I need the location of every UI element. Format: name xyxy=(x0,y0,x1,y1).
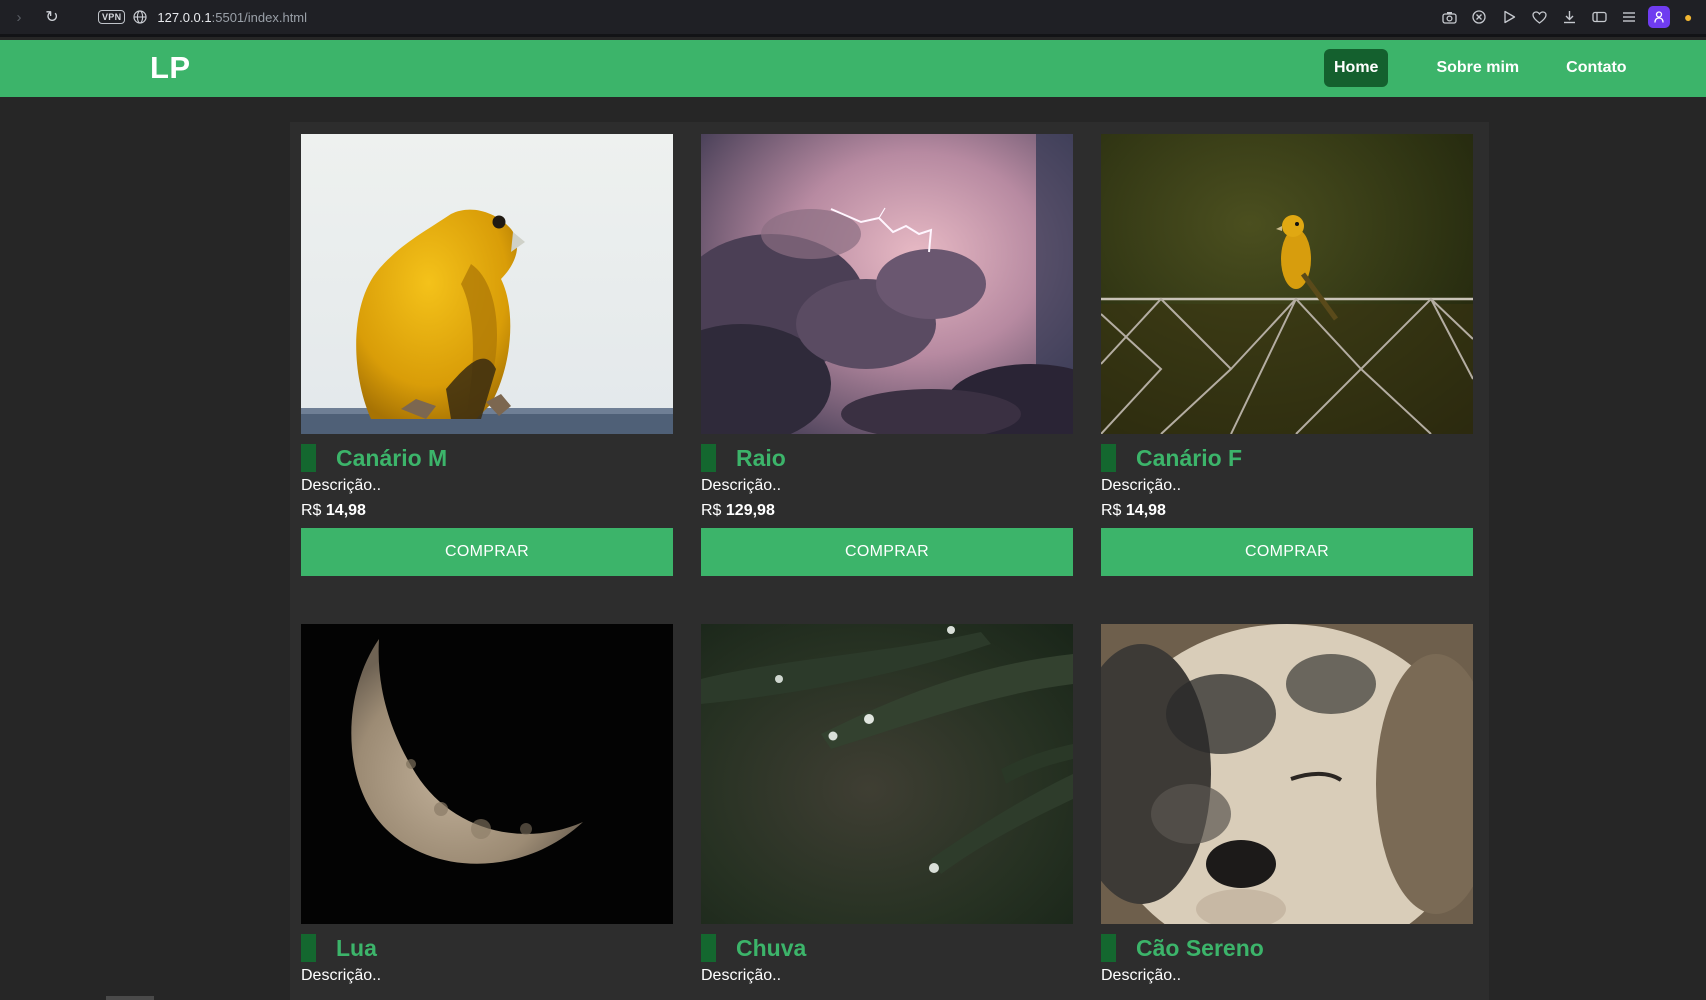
product-name: Canário F xyxy=(1136,444,1243,471)
title-accent-bar xyxy=(301,934,316,962)
product-name: Chuva xyxy=(736,934,807,961)
product-title-row: Canário M xyxy=(301,444,673,472)
product-card: Canário M Descrição.. R$ 14,98 COMPRAR xyxy=(301,134,673,576)
vpn-badge[interactable]: VPN xyxy=(98,10,126,24)
product-image-chuva[interactable] xyxy=(701,624,1073,924)
menu-icon[interactable] xyxy=(1614,0,1644,34)
heart-icon[interactable] xyxy=(1524,0,1554,34)
product-title-row: Cão Sereno xyxy=(1101,934,1473,962)
product-card: Canário F Descrição.. R$ 14,98 COMPRAR xyxy=(1101,134,1473,576)
product-title-row: Raio xyxy=(701,444,1073,472)
product-name: Lua xyxy=(336,934,377,961)
site-logo[interactable]: LP xyxy=(150,50,191,86)
address-bar[interactable]: 127.0.0.1:5501/index.html xyxy=(157,10,307,25)
reload-icon[interactable]: ↻ xyxy=(38,7,66,27)
price-currency: R$ xyxy=(1101,502,1122,519)
product-title-row: Canário F xyxy=(1101,444,1473,472)
lightbulb-icon[interactable]: ● xyxy=(1684,9,1706,25)
browser-actions: ● xyxy=(1434,0,1706,34)
shield-icon[interactable] xyxy=(1464,0,1494,34)
main-nav: Home Sobre mim Contato xyxy=(1324,49,1637,87)
title-accent-bar xyxy=(1101,444,1116,472)
nav-sobre-mim[interactable]: Sobre mim xyxy=(1426,49,1529,87)
globe-icon xyxy=(133,10,148,24)
title-accent-bar xyxy=(701,444,716,472)
title-accent-bar xyxy=(301,444,316,472)
product-card: Cão Sereno Descrição.. xyxy=(1101,624,1473,985)
browser-toolbar: › ↻ VPN 127.0.0.1:5501/index.html ● xyxy=(0,0,1706,37)
price-value: 129,98 xyxy=(725,502,775,519)
nav-contato[interactable]: Contato xyxy=(1556,49,1636,87)
url-host: 127.0.0.1 xyxy=(157,9,212,25)
buy-button[interactable]: COMPRAR xyxy=(1101,528,1473,576)
product-image-canario-m[interactable] xyxy=(301,134,673,434)
camera-icon[interactable] xyxy=(1434,0,1464,34)
price-currency: R$ xyxy=(701,502,722,519)
price-value: 14,98 xyxy=(325,502,366,519)
product-grid: Canário M Descrição.. R$ 14,98 COMPRAR R… xyxy=(290,122,1489,1000)
title-accent-bar xyxy=(1101,934,1116,962)
product-price: R$ 14,98 xyxy=(301,502,673,520)
wallet-icon[interactable] xyxy=(1584,0,1614,34)
product-image-cao-sereno[interactable] xyxy=(1101,624,1473,924)
horizontal-scrollbar[interactable] xyxy=(106,996,154,1000)
product-card: Lua Descrição.. xyxy=(301,624,673,985)
price-value: 14,98 xyxy=(1125,502,1166,519)
product-image-canario-f[interactable] xyxy=(1101,134,1473,434)
product-description: Descrição.. xyxy=(701,477,782,494)
product-description: Descrição.. xyxy=(1101,477,1182,494)
product-card: Chuva Descrição.. xyxy=(701,624,1073,985)
url-path: :5501/index.html xyxy=(211,9,308,25)
buy-button[interactable]: COMPRAR xyxy=(301,528,673,576)
product-card: Raio Descrição.. R$ 129,98 COMPRAR xyxy=(701,134,1073,576)
product-price: R$ 129,98 xyxy=(701,502,1073,520)
title-accent-bar xyxy=(701,934,716,962)
nav-home[interactable]: Home xyxy=(1324,49,1389,87)
play-icon[interactable] xyxy=(1494,0,1524,34)
product-price: R$ 14,98 xyxy=(1101,502,1473,520)
buy-button[interactable]: COMPRAR xyxy=(701,528,1073,576)
product-title-row: Chuva xyxy=(701,934,1073,962)
product-title-row: Lua xyxy=(301,934,673,962)
product-description: Descrição.. xyxy=(301,477,382,494)
product-name: Canário M xyxy=(336,444,448,471)
site-header: LP Home Sobre mim Contato xyxy=(0,40,1706,97)
product-name: Raio xyxy=(736,444,786,471)
product-description: Descrição.. xyxy=(1101,967,1182,984)
forward-icon[interactable]: › xyxy=(6,9,32,26)
download-icon[interactable] xyxy=(1554,0,1584,34)
profile-icon[interactable] xyxy=(1648,6,1670,28)
product-description: Descrição.. xyxy=(301,967,382,984)
product-description: Descrição.. xyxy=(701,967,782,984)
price-currency: R$ xyxy=(301,502,322,519)
product-name: Cão Sereno xyxy=(1136,934,1264,961)
product-image-raio[interactable] xyxy=(701,134,1073,434)
product-image-lua[interactable] xyxy=(301,624,673,924)
